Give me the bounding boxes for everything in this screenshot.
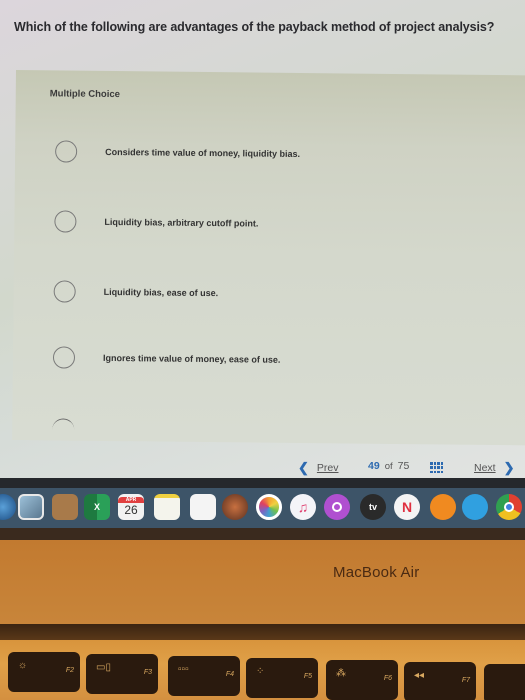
music-icon[interactable]: ♫ [290, 494, 316, 520]
excel-icon[interactable]: X [84, 494, 110, 520]
books-icon[interactable] [430, 494, 456, 520]
dock: X APR 26 ♫ tv N [0, 488, 525, 528]
prev-label: Prev [316, 462, 339, 474]
answer-option-4[interactable]: Ignores time value of money, ease of use… [52, 346, 281, 370]
keyboard-light-up-icon: ⁂ [336, 668, 346, 679]
messages-icon[interactable] [462, 494, 488, 520]
mission-control-icon: ▭▯ [96, 662, 111, 673]
answer-text: Ignores time value of money, ease of use… [102, 352, 281, 365]
answer-option-2[interactable]: Liquidity bias, arbitrary cutoff point. [54, 210, 258, 234]
tv-glyph: tv [368, 502, 377, 512]
next-button[interactable]: Next ❯ [474, 460, 515, 476]
key-f3[interactable]: ▭▯ F3 [86, 654, 158, 694]
podcasts-icon[interactable] [324, 494, 350, 520]
contacts-icon[interactable] [52, 494, 78, 520]
compass-icon[interactable] [0, 494, 16, 520]
question-text: Which of the following are advantages of… [14, 20, 495, 34]
current-page: 49 [368, 460, 380, 472]
answer-option-3[interactable]: Liquidity bias, ease of use. [53, 280, 219, 304]
rewind-icon: ◂◂ [414, 670, 425, 681]
radio-button-partial[interactable] [52, 418, 75, 441]
radio-button[interactable] [55, 140, 78, 163]
chevron-left-icon: ❮ [298, 460, 309, 475]
key-label: F2 [65, 667, 74, 674]
music-glyph: ♫ [297, 499, 309, 515]
page-counter: 49 of 75 [368, 460, 409, 472]
answer-text: Considers time value of money, liquidity… [105, 146, 301, 159]
of-label: of [384, 460, 393, 472]
answer-text: Liquidity bias, arbitrary cutoff point. [104, 216, 259, 229]
chrome-icon[interactable] [496, 494, 522, 520]
multiple-choice-panel: Multiple Choice Considers time value of … [12, 70, 525, 446]
key-label: F3 [143, 669, 152, 676]
key-f7[interactable]: ◂◂ F7 [404, 662, 476, 700]
key-f8[interactable] [484, 664, 525, 700]
radio-button[interactable] [53, 280, 76, 303]
apple-tv-icon[interactable]: tv [360, 494, 386, 520]
laptop-hinge [0, 624, 525, 640]
excel-glyph: X [93, 502, 100, 512]
answer-text: Liquidity bias, ease of use. [103, 286, 219, 299]
key-label: F5 [303, 673, 312, 680]
photo-icon[interactable] [18, 494, 44, 520]
multiple-choice-label: Multiple Choice [49, 88, 121, 101]
grid-icon[interactable] [430, 462, 444, 474]
total-pages: 75 [397, 460, 410, 472]
launchpad-icon: ▫▫▫ [178, 664, 189, 675]
brand-label: MacBook Air [333, 564, 420, 581]
photo-booth-icon[interactable] [222, 494, 248, 520]
key-label: F6 [383, 675, 392, 682]
key-label: F4 [225, 671, 234, 678]
keyboard-base: ☼ F2 ▭▯ F3 ▫▫▫ F4 ⁘ F5 ⁂ F6 ◂◂ F7 [0, 640, 525, 700]
laptop-chin: MacBook Air [0, 540, 525, 624]
calendar-icon[interactable]: APR 26 [118, 494, 144, 520]
answer-option-1[interactable]: Considers time value of money, liquidity… [55, 140, 300, 165]
chevron-right-icon: ❯ [503, 460, 515, 475]
photos-icon[interactable] [256, 494, 282, 520]
browser-screen: Which of the following are advantages of… [0, 0, 525, 486]
key-f4[interactable]: ▫▫▫ F4 [168, 656, 240, 696]
news-icon[interactable]: N [394, 494, 420, 520]
key-label: F7 [461, 677, 470, 684]
key-f5[interactable]: ⁘ F5 [246, 658, 318, 698]
radio-button[interactable] [54, 210, 77, 233]
brightness-up-icon: ☼ [18, 660, 28, 671]
prev-button[interactable]: ❮ Prev [298, 460, 339, 476]
radio-button[interactable] [52, 346, 76, 369]
reminders-icon[interactable] [190, 494, 216, 520]
next-label: Next [474, 462, 496, 474]
key-f6[interactable]: ⁂ F6 [326, 660, 398, 700]
notes-icon[interactable] [154, 494, 180, 520]
calendar-day: 26 [124, 503, 138, 517]
key-f2[interactable]: ☼ F2 [8, 652, 80, 692]
keyboard-light-down-icon: ⁘ [256, 666, 265, 677]
